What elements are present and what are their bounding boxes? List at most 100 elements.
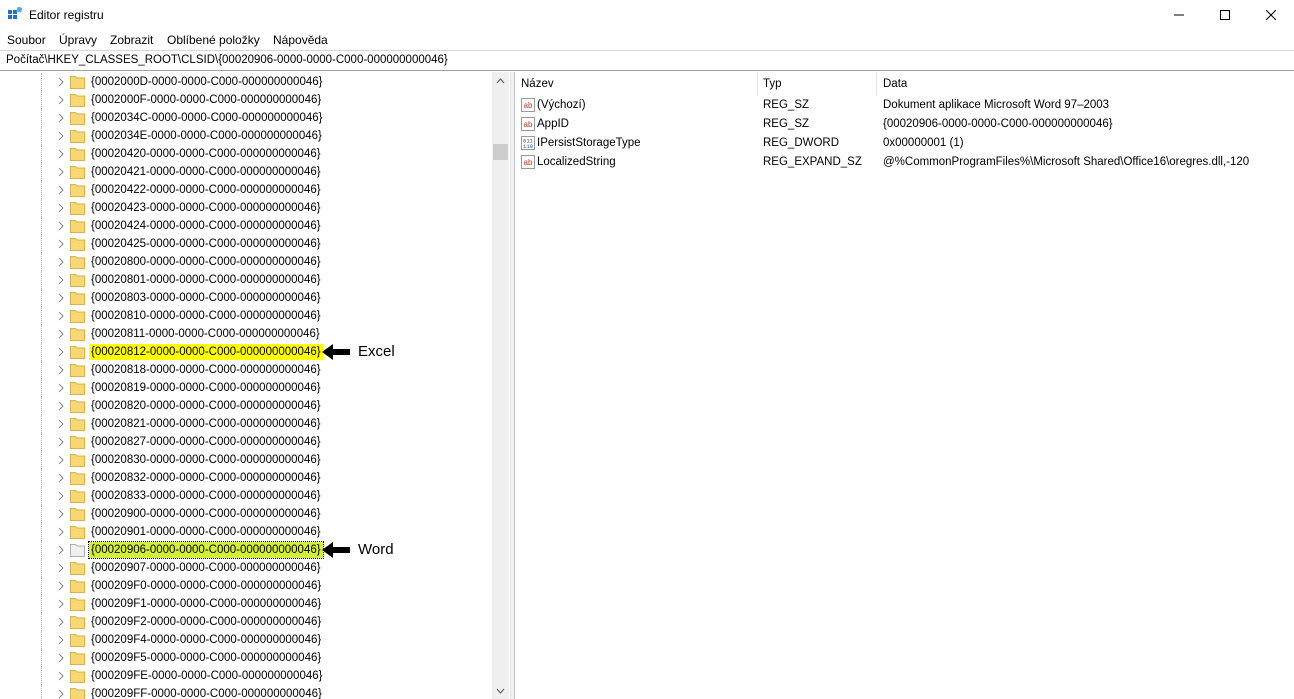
chevron-right-icon[interactable] (56, 437, 66, 447)
chevron-right-icon[interactable] (56, 563, 66, 573)
tree-row[interactable]: {00020833-0000-0000-C000-000000000046} (0, 487, 492, 505)
tree-row[interactable]: {00020818-0000-0000-C000-000000000046} (0, 361, 492, 379)
tree-item-label[interactable]: {00020832-0000-0000-C000-000000000046} (89, 470, 323, 486)
tree-row[interactable]: {00020832-0000-0000-C000-000000000046} (0, 469, 492, 487)
minimize-button[interactable] (1156, 0, 1202, 30)
chevron-right-icon[interactable] (56, 383, 66, 393)
tree-row[interactable]: {0002034C-0000-0000-C000-000000000046} (0, 109, 492, 127)
value-row[interactable]: ab AppID REG_SZ {00020906-0000-0000-C000-00… (515, 115, 1294, 134)
tree-row[interactable]: {00020906-0000-0000-C000-000000000046} (0, 541, 492, 559)
tree-row[interactable]: {00020425-0000-0000-C000-000000000046} (0, 235, 492, 253)
scroll-down-button[interactable] (492, 682, 509, 699)
chevron-right-icon[interactable] (56, 95, 66, 105)
tree-row[interactable]: {00020801-0000-0000-C000-000000000046} (0, 271, 492, 289)
tree-item-label[interactable]: {000209F4-0000-0000-C000-000000000046} (89, 632, 323, 648)
tree-row[interactable]: {000209F4-0000-0000-C000-000000000046} (0, 631, 492, 649)
tree-row[interactable]: {000209F2-0000-0000-C000-000000000046} (0, 613, 492, 631)
tree-item-label[interactable]: {00020421-0000-0000-C000-000000000046} (89, 164, 323, 180)
chevron-right-icon[interactable] (56, 635, 66, 645)
tree-item-label[interactable]: {00020811-0000-0000-C000-000000000046} (89, 326, 322, 342)
tree-item-label[interactable]: {00020900-0000-0000-C000-000000000046} (89, 506, 323, 522)
column-type[interactable]: Typ (763, 78, 782, 90)
menu-oblibene[interactable]: Oblíbené položky (167, 33, 260, 47)
tree-row[interactable]: {00020424-0000-0000-C000-000000000046} (0, 217, 492, 235)
chevron-right-icon[interactable] (56, 257, 66, 267)
column-divider[interactable] (876, 72, 877, 96)
tree-row[interactable]: {00020421-0000-0000-C000-000000000046} (0, 163, 492, 181)
tree-item-label[interactable]: {00020819-0000-0000-C000-000000000046} (89, 380, 323, 396)
tree-row[interactable]: {0002000F-0000-0000-C000-000000000046} (0, 91, 492, 109)
chevron-right-icon[interactable] (56, 473, 66, 483)
maximize-button[interactable] (1202, 0, 1248, 30)
chevron-right-icon[interactable] (56, 185, 66, 195)
tree-item-label[interactable]: {00020422-0000-0000-C000-000000000046} (89, 182, 323, 198)
column-divider[interactable] (757, 72, 758, 96)
tree-item-label[interactable]: {00020420-0000-0000-C000-000000000046} (89, 146, 323, 162)
tree-row[interactable]: {000209FF-0000-0000-C000-000000000046} (0, 685, 492, 699)
chevron-right-icon[interactable] (56, 293, 66, 303)
chevron-right-icon[interactable] (56, 149, 66, 159)
chevron-right-icon[interactable] (56, 617, 66, 627)
tree-item-label[interactable]: {00020425-0000-0000-C000-000000000046} (89, 236, 323, 252)
chevron-right-icon[interactable] (56, 689, 66, 699)
address-path[interactable]: Počítač\HKEY_CLASSES_ROOT\CLSID\{0002090… (6, 54, 448, 66)
tree-item-label[interactable]: {000209F2-0000-0000-C000-000000000046} (89, 614, 323, 630)
chevron-right-icon[interactable] (56, 203, 66, 213)
chevron-right-icon[interactable] (56, 527, 66, 537)
tree-row[interactable]: {00020907-0000-0000-C000-000000000046} (0, 559, 492, 577)
tree-item-label[interactable]: {00020901-0000-0000-C000-000000000046} (89, 524, 323, 540)
value-row[interactable]: ab LocalizedString REG_EXPAND_SZ @%CommonPr… (515, 153, 1294, 172)
chevron-right-icon[interactable] (56, 239, 66, 249)
chevron-right-icon[interactable] (56, 221, 66, 231)
tree-row[interactable]: {000209F1-0000-0000-C000-000000000046} (0, 595, 492, 613)
tree-item-label[interactable]: {000209FF-0000-0000-C000-000000000046} (89, 686, 324, 699)
tree-row[interactable]: {00020830-0000-0000-C000-000000000046} (0, 451, 492, 469)
value-row[interactable]: ab (Výchozí) REG_SZ Dokument aplikace Micro… (515, 96, 1294, 115)
tree-item-label[interactable]: {000209F0-0000-0000-C000-000000000046} (89, 578, 323, 594)
tree-row[interactable]: {000209F0-0000-0000-C000-000000000046} (0, 577, 492, 595)
chevron-right-icon[interactable] (56, 671, 66, 681)
scroll-up-button[interactable] (492, 72, 509, 89)
tree-row[interactable]: {00020900-0000-0000-C000-000000000046} (0, 505, 492, 523)
chevron-right-icon[interactable] (56, 329, 66, 339)
column-data[interactable]: Data (883, 78, 907, 90)
address-bar[interactable]: Počítač\HKEY_CLASSES_ROOT\CLSID\{0002090… (0, 50, 1294, 71)
scroll-thumb[interactable] (493, 144, 508, 160)
tree-row[interactable]: {00020811-0000-0000-C000-000000000046} (0, 325, 492, 343)
tree-item-label[interactable]: {00020818-0000-0000-C000-000000000046} (89, 362, 323, 378)
tree-item-label[interactable]: {00020833-0000-0000-C000-000000000046} (89, 488, 323, 504)
chevron-right-icon[interactable] (56, 167, 66, 177)
chevron-right-icon[interactable] (56, 581, 66, 591)
tree-item-label[interactable]: {00020812-0000-0000-C000-000000000046} (89, 344, 323, 360)
value-row[interactable]: 011 110 IPersistStorageType REG_DWORD 0x0000… (515, 134, 1294, 153)
chevron-right-icon[interactable] (56, 509, 66, 519)
tree-row[interactable]: {00020827-0000-0000-C000-000000000046} (0, 433, 492, 451)
tree-row[interactable]: {00020800-0000-0000-C000-000000000046} (0, 253, 492, 271)
tree-item-label[interactable]: {0002034E-0000-0000-C000-000000000046} (89, 128, 324, 144)
menu-napoveda[interactable]: Nápověda (273, 33, 328, 47)
chevron-right-icon[interactable] (56, 599, 66, 609)
close-button[interactable] (1248, 0, 1294, 30)
menu-upravy[interactable]: Úpravy (59, 33, 97, 47)
tree-item-label[interactable]: {00020800-0000-0000-C000-000000000046} (89, 254, 323, 270)
chevron-right-icon[interactable] (56, 419, 66, 429)
tree-row[interactable]: {00020819-0000-0000-C000-000000000046} (0, 379, 492, 397)
tree-row[interactable]: {00020422-0000-0000-C000-000000000046} (0, 181, 492, 199)
tree-row[interactable]: {00020810-0000-0000-C000-000000000046} (0, 307, 492, 325)
tree-row[interactable]: {000209F5-0000-0000-C000-000000000046} (0, 649, 492, 667)
tree-item-label[interactable]: {00020821-0000-0000-C000-000000000046} (89, 416, 323, 432)
tree-item-label[interactable]: {000209F1-0000-0000-C000-000000000046} (89, 596, 323, 612)
tree-row[interactable]: {00020821-0000-0000-C000-000000000046} (0, 415, 492, 433)
tree-item-label[interactable]: {000209FE-0000-0000-C000-000000000046} (89, 668, 324, 684)
tree-item-label[interactable]: {00020830-0000-0000-C000-000000000046} (89, 452, 323, 468)
tree-item-label[interactable]: {0002034C-0000-0000-C000-000000000046} (89, 110, 324, 126)
tree-item-label[interactable]: {0002000F-0000-0000-C000-000000000046} (89, 92, 323, 108)
tree-row[interactable]: {00020803-0000-0000-C000-000000000046} (0, 289, 492, 307)
tree-row[interactable]: {000209FE-0000-0000-C000-000000000046} (0, 667, 492, 685)
tree-item-label[interactable]: {00020424-0000-0000-C000-000000000046} (89, 218, 323, 234)
tree-item-label[interactable]: {00020801-0000-0000-C000-000000000046} (89, 272, 323, 288)
tree-item-label[interactable]: {00020803-0000-0000-C000-000000000046} (89, 290, 323, 306)
tree-item-label[interactable]: {00020810-0000-0000-C000-000000000046} (89, 308, 323, 324)
tree-item-label[interactable]: {00020907-0000-0000-C000-000000000046} (89, 560, 323, 576)
tree-row[interactable]: {0002000D-0000-0000-C000-000000000046} (0, 73, 492, 91)
